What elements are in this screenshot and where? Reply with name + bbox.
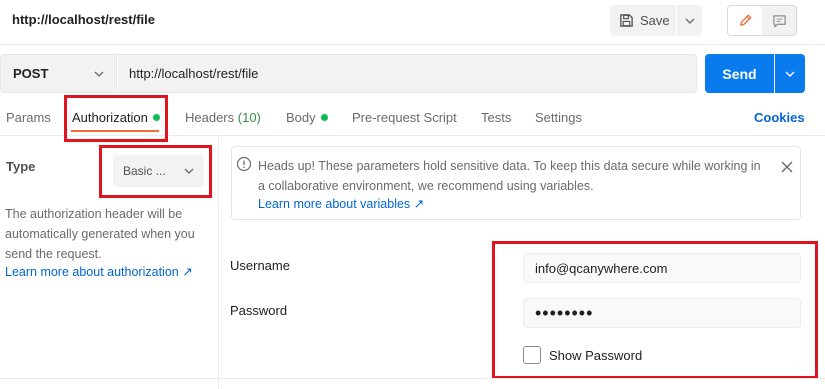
tab-label: Settings bbox=[535, 110, 582, 125]
tab-count: (10) bbox=[237, 110, 261, 125]
edit-mode-button[interactable] bbox=[728, 6, 762, 35]
tab-label: Params bbox=[6, 110, 51, 125]
tab-params[interactable]: Params bbox=[6, 110, 51, 125]
highlight-box-authorization-tab bbox=[64, 95, 168, 142]
send-options-button[interactable] bbox=[775, 54, 805, 93]
method-select[interactable]: POST bbox=[0, 54, 117, 93]
auth-type-label: Type bbox=[6, 159, 36, 174]
method-label: POST bbox=[13, 66, 49, 81]
save-options-button[interactable] bbox=[677, 5, 702, 36]
auth-description: The authorization header will be automat… bbox=[5, 207, 195, 261]
tab-label: Headers bbox=[185, 110, 235, 125]
cookies-link[interactable]: Cookies bbox=[754, 110, 805, 125]
chevron-down-icon bbox=[94, 71, 104, 77]
send-label: Send bbox=[722, 65, 757, 82]
divider bbox=[0, 378, 825, 379]
close-icon[interactable] bbox=[779, 159, 795, 178]
auth-type-select[interactable]: Basic ... bbox=[113, 155, 204, 187]
pencil-icon bbox=[739, 14, 751, 26]
url-input[interactable]: http://localhost/rest/file bbox=[118, 54, 697, 93]
tab-pre-request-script[interactable]: Pre-request Script bbox=[352, 110, 457, 125]
floppy-disk-icon bbox=[620, 14, 633, 27]
tab-body[interactable]: Body bbox=[286, 110, 328, 125]
username-value: info@qcanywhere.com bbox=[535, 260, 668, 276]
show-password-checkbox[interactable] bbox=[523, 346, 541, 364]
tab-tests[interactable]: Tests bbox=[481, 110, 511, 125]
comment-icon bbox=[773, 14, 786, 27]
info-icon bbox=[236, 156, 252, 175]
divider bbox=[0, 44, 825, 45]
learn-more-authorization-link[interactable]: Learn more about authorization ↗ bbox=[5, 264, 193, 279]
comment-mode-button[interactable] bbox=[763, 6, 796, 35]
status-dot bbox=[320, 114, 328, 121]
url-value: http://localhost/rest/file bbox=[129, 66, 259, 81]
panel-divider bbox=[218, 136, 219, 389]
password-value: •••••••• bbox=[535, 303, 594, 323]
send-button[interactable]: Send bbox=[705, 54, 774, 93]
username-label: Username bbox=[230, 258, 290, 273]
tab-label: Pre-request Script bbox=[352, 110, 457, 125]
chevron-down-icon bbox=[785, 71, 795, 77]
learn-more-variables-link[interactable]: Learn more about variables ↗ bbox=[258, 196, 424, 211]
save-button[interactable]: Save bbox=[610, 5, 676, 36]
tab-settings[interactable]: Settings bbox=[535, 110, 582, 125]
show-password-label[interactable]: Show Password bbox=[549, 348, 642, 363]
auth-type-value: Basic ... bbox=[123, 164, 166, 178]
tab-label: Body bbox=[286, 110, 316, 125]
password-field[interactable]: •••••••• bbox=[523, 298, 801, 328]
save-label: Save bbox=[640, 13, 670, 28]
password-label: Password bbox=[230, 303, 288, 318]
tab-label: Tests bbox=[481, 110, 512, 125]
chevron-down-icon bbox=[685, 18, 694, 24]
username-field[interactable]: info@qcanywhere.com bbox=[523, 253, 801, 283]
banner-text: Heads up! These parameters hold sensitiv… bbox=[258, 159, 761, 193]
request-title: http://localhost/rest/file bbox=[12, 12, 156, 27]
tab-headers[interactable]: Headers (10) bbox=[185, 110, 261, 125]
chevron-down-icon bbox=[184, 168, 194, 174]
